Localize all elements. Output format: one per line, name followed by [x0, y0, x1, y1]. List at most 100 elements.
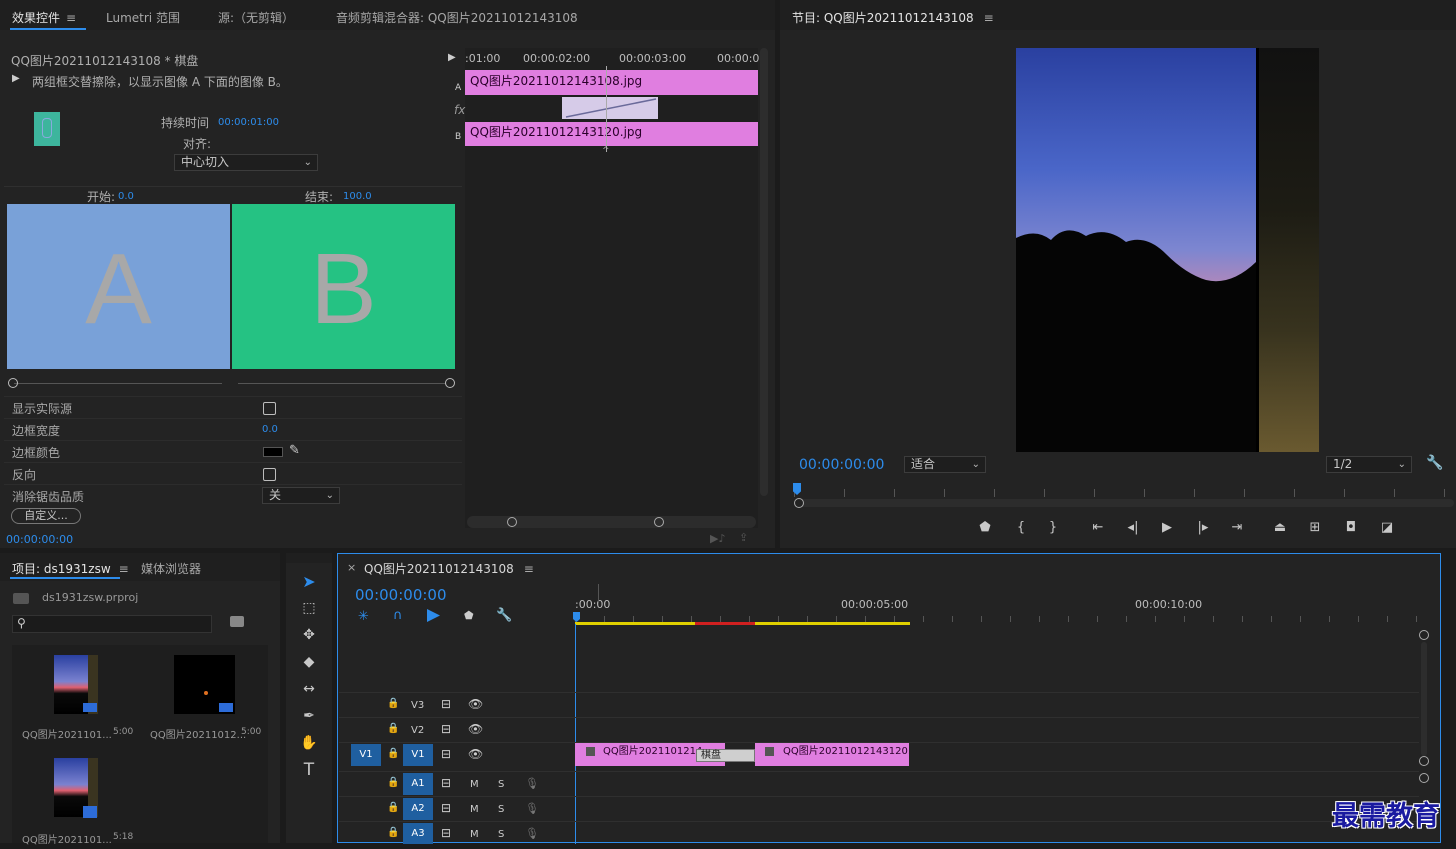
anti-aliasing-dropdown[interactable]: 关 ⌄: [262, 487, 340, 504]
eye-icon[interactable]: 👁: [468, 747, 483, 761]
razor-tool-icon[interactable]: ◆: [296, 650, 322, 674]
add-marker-icon[interactable]: ⬟: [464, 609, 474, 622]
solo-button[interactable]: S: [498, 829, 504, 840]
track-target-a1[interactable]: A1: [403, 773, 433, 795]
audio-vscroll-handle[interactable]: [1419, 773, 1429, 783]
mute-button[interactable]: M: [470, 779, 479, 790]
source-patch-v1[interactable]: V1: [351, 744, 381, 766]
sync-lock-icon[interactable]: ⊟: [441, 801, 451, 815]
timeline-vscroll[interactable]: [1421, 642, 1427, 756]
resolution-dropdown[interactable]: 1/2 ⌄: [1326, 456, 1412, 473]
slip-tool-icon[interactable]: ↔: [296, 677, 322, 701]
wrench-icon[interactable]: 🔧: [1426, 455, 1443, 471]
timeline-clip-2[interactable]: QQ图片20211012143120.jpg: [755, 743, 909, 766]
mini-playhead[interactable]: [606, 66, 607, 152]
border-color-swatch[interactable]: [263, 447, 283, 457]
tab-effect-controls[interactable]: 效果控件 ≡: [12, 9, 76, 26]
mini-clip-b[interactable]: QQ图片20211012143120.jpg: [465, 122, 758, 146]
timeline-vscroll-top-handle[interactable]: [1419, 630, 1429, 640]
lock-icon[interactable]: 🔒: [387, 723, 399, 734]
panel-menu-icon[interactable]: ≡: [66, 11, 76, 25]
export-frame-icon[interactable]: ◘: [1336, 517, 1366, 539]
fit-dropdown[interactable]: 适合 ⌄: [904, 456, 986, 473]
tab-audio-clip-mixer[interactable]: 音频剪辑混合器: QQ图片20211012143108: [336, 9, 578, 26]
play-icon[interactable]: ▶: [1152, 517, 1182, 539]
tab-program[interactable]: 节目: QQ图片20211012143108 ≡: [792, 9, 994, 26]
tab-lumetri-scopes[interactable]: Lumetri 范围: [106, 9, 180, 26]
track-select-tool-icon[interactable]: ⬚: [296, 596, 322, 620]
panel-menu-icon[interactable]: ≡: [119, 562, 129, 576]
step-back-icon[interactable]: ◂|: [1118, 517, 1148, 539]
extract-icon[interactable]: ⊞: [1300, 517, 1330, 539]
end-slider[interactable]: [238, 378, 455, 388]
comparison-view-icon[interactable]: ◪: [1372, 517, 1402, 539]
end-value[interactable]: 100.0: [343, 191, 372, 202]
lock-icon[interactable]: 🔒: [387, 827, 399, 838]
program-zoom-bar[interactable]: [794, 498, 1454, 508]
mark-in-icon[interactable]: {: [1006, 517, 1036, 539]
program-timecode[interactable]: 00:00:00:00: [799, 457, 884, 473]
mini-zoom-handle-right[interactable]: [654, 517, 664, 527]
microphone-icon[interactable]: 🎙: [525, 827, 539, 840]
panel-menu-icon[interactable]: ≡: [984, 11, 994, 25]
solo-button[interactable]: S: [498, 804, 504, 815]
program-ruler[interactable]: [793, 483, 1454, 509]
microphone-icon[interactable]: 🎙: [525, 777, 539, 790]
sync-lock-icon[interactable]: ⊟: [441, 826, 451, 840]
end-slider-handle[interactable]: [445, 378, 455, 388]
align-dropdown[interactable]: 中心切入 ⌄: [174, 154, 318, 171]
tab-media-browser[interactable]: 媒体浏览器: [141, 560, 201, 577]
go-to-out-icon[interactable]: ⇥: [1222, 517, 1252, 539]
sync-lock-icon[interactable]: ⊟: [441, 697, 451, 711]
timeline-ruler[interactable]: :00:00 00:00:05:00 00:00:10:00: [573, 594, 1421, 626]
start-slider-handle[interactable]: [8, 378, 18, 388]
track-target-a2[interactable]: A2: [403, 798, 433, 820]
pen-tool-icon[interactable]: ✒: [296, 704, 322, 728]
sequence-tab[interactable]: QQ图片20211012143108 ≡: [364, 560, 534, 577]
start-value[interactable]: 0.0: [118, 191, 134, 202]
selection-tool-icon[interactable]: ➤: [296, 570, 322, 594]
start-slider[interactable]: [8, 378, 224, 388]
tab-project[interactable]: 项目: ds1931zsw ≡: [12, 560, 129, 577]
new-search-bin-icon[interactable]: [230, 616, 244, 627]
ripple-edit-tool-icon[interactable]: ✥: [296, 623, 322, 647]
project-item[interactable]: QQ图片20211012... 5:00: [141, 646, 267, 746]
go-to-in-icon[interactable]: ⇤: [1083, 517, 1113, 539]
mute-button[interactable]: M: [470, 804, 479, 815]
reverse-checkbox[interactable]: [263, 468, 276, 481]
step-forward-icon[interactable]: |▸: [1188, 517, 1218, 539]
linked-selection-icon[interactable]: [427, 609, 440, 622]
microphone-icon[interactable]: 🎙: [525, 802, 539, 815]
close-icon[interactable]: ×: [347, 561, 356, 574]
sync-lock-icon[interactable]: ⊟: [441, 747, 451, 761]
eyedropper-icon[interactable]: ✎: [289, 443, 300, 458]
project-item[interactable]: QQ图片2021101... 5:18: [13, 749, 139, 849]
project-search-input[interactable]: ⚲: [12, 615, 212, 633]
timeline-timecode[interactable]: 00:00:00:00: [355, 586, 447, 604]
lift-icon[interactable]: ⏏: [1265, 517, 1295, 539]
project-item[interactable]: QQ图片2021101... 5:00: [13, 646, 139, 746]
add-marker-icon[interactable]: ⬟: [970, 517, 1000, 539]
scroll-right-arrow-icon[interactable]: ▶: [448, 52, 456, 63]
nest-toggle-icon[interactable]: ✳: [358, 609, 369, 624]
expand-arrow-icon[interactable]: ▶: [12, 73, 20, 84]
panel-menu-icon[interactable]: ≡: [524, 562, 534, 576]
track-target-v1[interactable]: V1: [403, 744, 433, 766]
mini-transition[interactable]: [562, 97, 658, 119]
filter-audio-icon[interactable]: ▶♪: [710, 532, 725, 545]
snap-icon[interactable]: ∩: [393, 608, 403, 623]
track-target-a3[interactable]: A3: [403, 823, 433, 844]
hand-tool-icon[interactable]: ✋: [296, 731, 322, 755]
export-icon[interactable]: ⇪: [739, 531, 748, 544]
eye-icon[interactable]: 👁: [468, 697, 483, 711]
lock-icon[interactable]: 🔒: [387, 698, 399, 709]
lock-icon[interactable]: 🔒: [387, 748, 399, 759]
show-actual-sources-checkbox[interactable]: [263, 402, 276, 415]
mini-clip-a[interactable]: QQ图片20211012143108.jpg: [465, 70, 758, 95]
timeline-settings-wrench-icon[interactable]: 🔧: [496, 608, 512, 623]
timeline-vscroll-bottom-handle[interactable]: [1419, 756, 1429, 766]
lock-icon[interactable]: 🔒: [387, 802, 399, 813]
tab-source[interactable]: 源:（无剪辑）: [218, 9, 294, 26]
duration-value[interactable]: 00:00:01:00: [218, 117, 279, 128]
solo-button[interactable]: S: [498, 779, 504, 790]
